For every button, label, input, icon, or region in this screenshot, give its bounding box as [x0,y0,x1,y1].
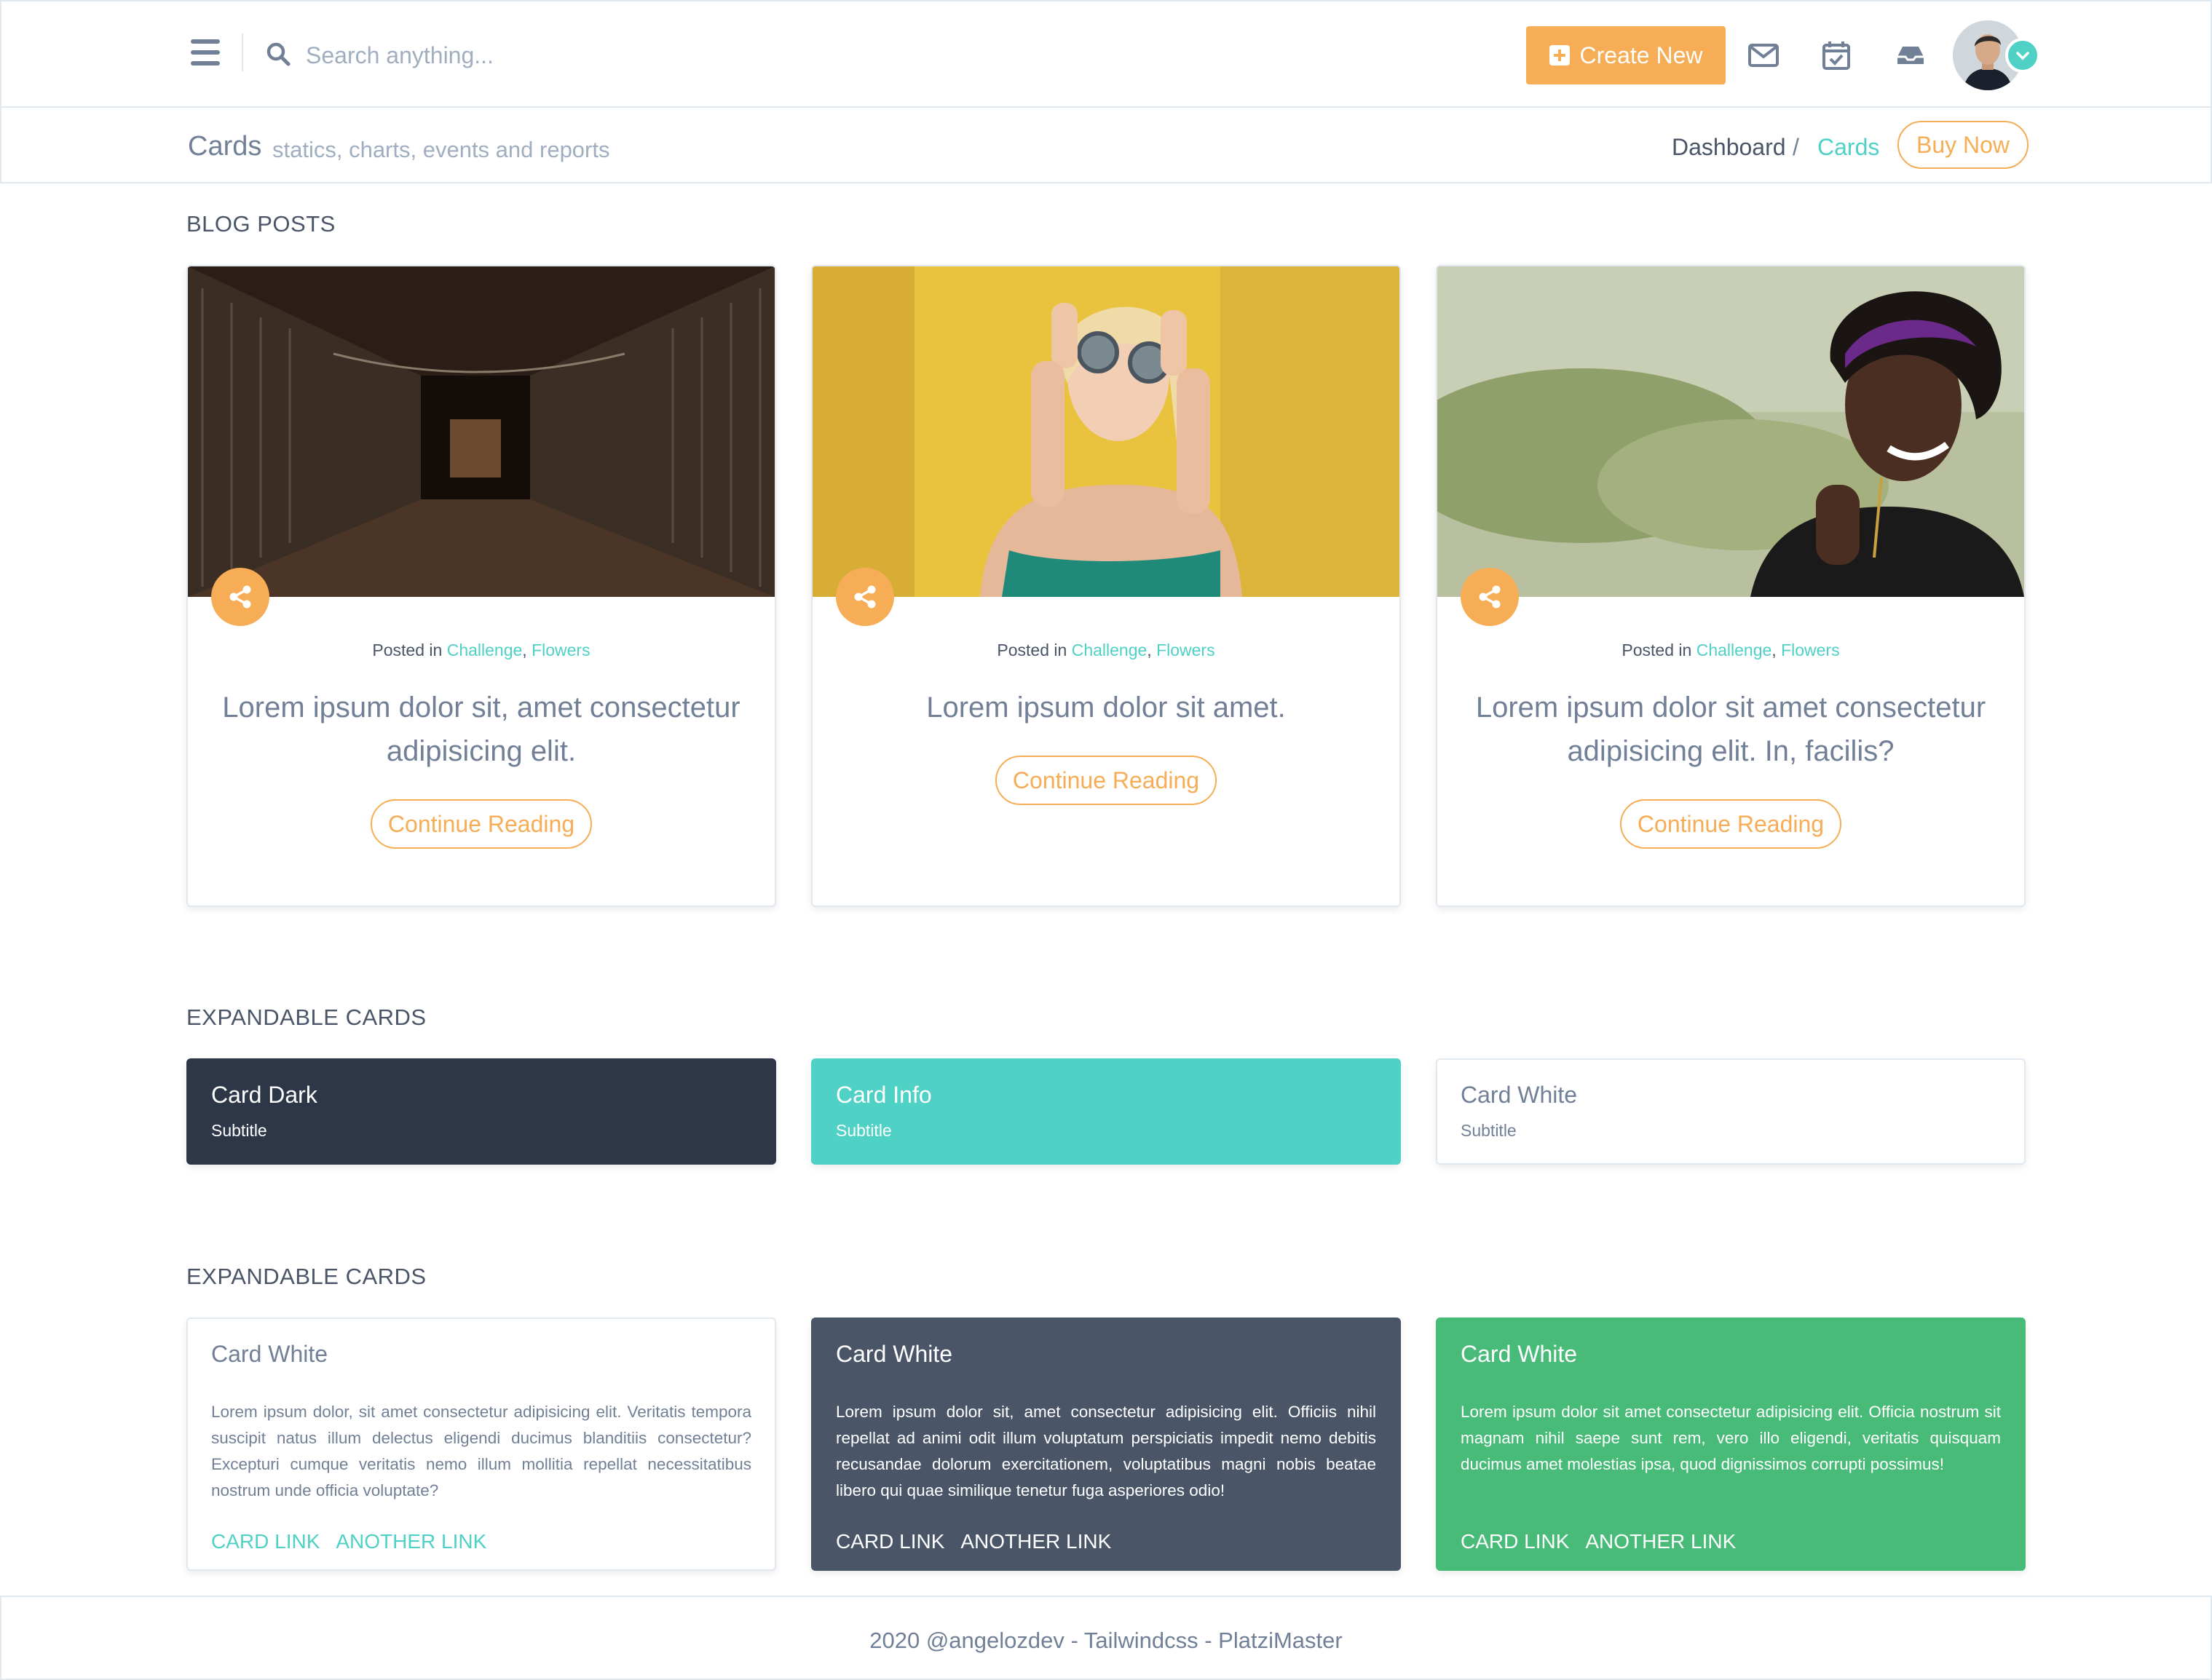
section-title-expandable: EXPANDABLE CARDS [186,1005,427,1030]
another-link[interactable]: ANOTHER LINK [960,1530,1111,1553]
share-icon [854,585,876,609]
blog-card: Posted in Challenge, Flowers Lorem ipsum… [186,265,776,907]
tag-link[interactable]: Challenge [447,641,523,659]
page-subtitle: statics, charts, events and reports [272,137,610,162]
card-link[interactable]: CARD LINK [1461,1530,1569,1553]
share-icon [229,585,251,609]
card-dark[interactable]: Card Dark Subtitle [186,1058,776,1165]
breadcrumb-dashboard[interactable]: Dashboard [1672,134,1786,161]
section-title-expandable: EXPANDABLE CARDS [186,1264,427,1289]
calendar-check-icon[interactable] [1820,39,1852,71]
posted-in-meta: Posted in Challenge, Flowers [997,641,1215,659]
blog-card: Posted in Challenge, Flowers Lorem ipsum… [1436,265,2026,907]
continue-reading-button[interactable]: Continue Reading [1620,799,1841,849]
card-green-text: Card White Lorem ipsum dolor sit amet co… [1436,1318,2026,1571]
breadcrumb-separator: / [1793,134,1799,160]
top-navbar: Create New [0,0,2212,108]
card-subtitle: Subtitle [211,1121,267,1140]
card-title: Card White [1461,1341,1578,1367]
continue-reading-button[interactable]: Continue Reading [995,756,1217,805]
breadcrumb-current: Cards [1817,134,1880,160]
card-title: Card White [836,1341,953,1367]
posted-in-meta: Posted in Challenge, Flowers [372,641,590,659]
menu-icon[interactable] [191,39,220,66]
card-link[interactable]: CARD LINK [211,1530,320,1553]
search-input[interactable] [306,33,815,77]
card-body: Lorem ipsum dolor sit, amet consectetur … [836,1403,1376,1499]
blog-image-alley [188,266,775,597]
posted-prefix: Posted in [1622,641,1692,659]
share-button[interactable] [1461,568,1519,626]
footer: 2020 @angelozdev - Tailwindcss - PlatziM… [0,1596,2212,1680]
blog-title: Lorem ipsum dolor sit amet consectetur a… [1475,692,1986,767]
card-info[interactable]: Card Info Subtitle [811,1058,1401,1165]
posted-in-meta: Posted in Challenge, Flowers [1622,641,1840,659]
another-link[interactable]: ANOTHER LINK [336,1530,486,1553]
card-subtitle: Subtitle [836,1121,892,1140]
page-header: Cards statics, charts, events and report… [0,108,2212,183]
plus-square-icon [1549,45,1570,66]
another-link[interactable]: ANOTHER LINK [1585,1530,1736,1553]
share-icon [1479,585,1501,609]
posted-prefix: Posted in [372,641,443,659]
blog-title: Lorem ipsum dolor sit, amet consectetur … [222,692,740,767]
card-links: CARD LINK ANOTHER LINK [211,1530,502,1553]
mail-icon[interactable] [1747,39,1780,71]
section-title-blog: BLOG POSTS [186,211,336,237]
card-title: Card Dark [211,1082,317,1108]
page-title: Cards [188,131,262,162]
inbox-icon[interactable] [1895,39,1927,71]
card-links: CARD LINK ANOTHER LINK [1461,1530,1752,1553]
create-new-label: Create New [1579,41,1703,68]
blog-image-woman-sunglasses [813,266,1399,597]
tag-link[interactable]: Flowers [1781,641,1840,659]
card-subtitle: Subtitle [1461,1121,1517,1140]
card-white-text: Card White Lorem ipsum dolor, sit amet c… [186,1318,776,1571]
tag-link[interactable]: Challenge [1696,641,1772,659]
tag-link[interactable]: Challenge [1072,641,1148,659]
buy-now-button[interactable]: Buy Now [1897,121,2029,169]
card-title: Card White [211,1341,328,1367]
card-slate-text: Card White Lorem ipsum dolor sit, amet c… [811,1318,1401,1571]
card-title: Card White [1461,1082,1578,1108]
blog-card: Posted in Challenge, Flowers Lorem ipsum… [811,265,1401,907]
chevron-down-icon[interactable] [2005,38,2040,73]
footer-text: 2020 @angelozdev - Tailwindcss - PlatziM… [869,1628,1343,1653]
create-new-button[interactable]: Create New [1526,26,1726,84]
share-button[interactable] [211,568,269,626]
blog-title: Lorem ipsum dolor sit amet. [926,692,1286,724]
card-title: Card Info [836,1082,932,1108]
blog-image-woman-smiling [1437,266,2024,597]
tag-link[interactable]: Flowers [1156,641,1215,659]
card-body: Lorem ipsum dolor, sit amet consectetur … [211,1403,751,1499]
card-white[interactable]: Card White Subtitle [1436,1058,2026,1165]
card-links: CARD LINK ANOTHER LINK [836,1530,1127,1553]
posted-prefix: Posted in [997,641,1067,659]
card-link[interactable]: CARD LINK [836,1530,944,1553]
tag-link[interactable]: Flowers [532,641,590,659]
search-icon [266,42,291,66]
share-button[interactable] [836,568,894,626]
card-body: Lorem ipsum dolor sit amet consectetur a… [1461,1403,2001,1473]
continue-reading-button[interactable]: Continue Reading [371,799,592,849]
divider [242,33,243,71]
